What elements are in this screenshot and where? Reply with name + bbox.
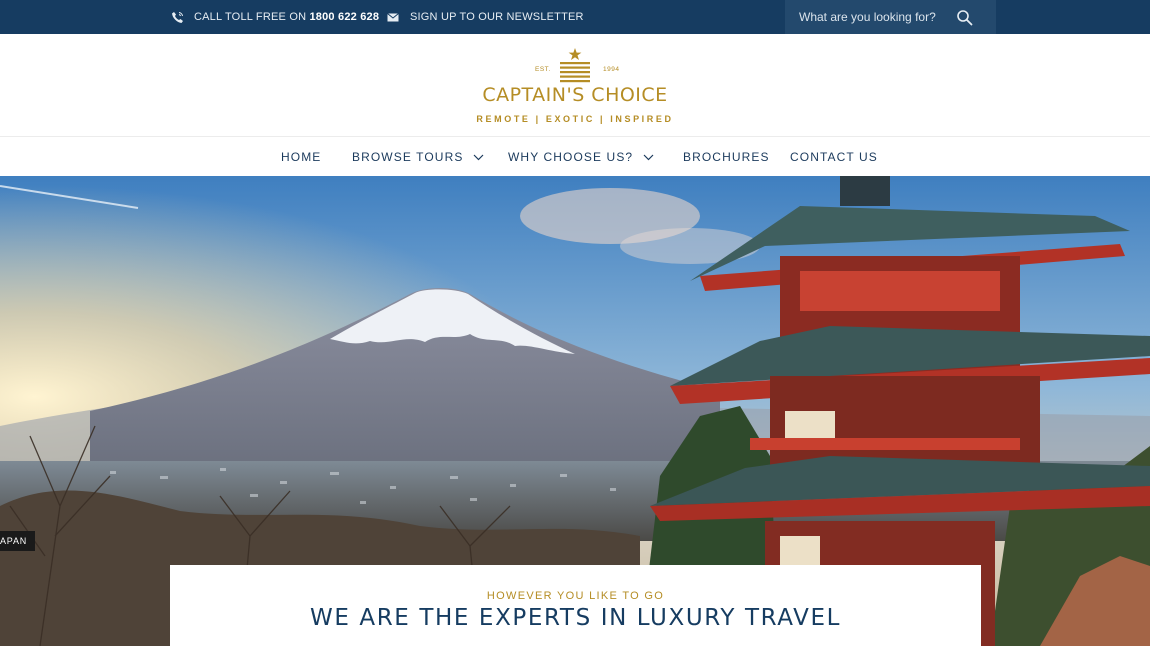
hero-location-label: APAN [0,531,36,551]
main-navigation: HOME BROWSE TOURS WHY CHOOSE US? BROCHUR… [0,138,1150,176]
top-utility-bar: CALL TOLL FREE ON 1800 622 628 SIGN UP T… [0,0,1150,34]
search-box [785,0,996,34]
phone-number: 1800 622 628 [309,11,380,23]
brand-tagline: REMOTE | EXOTIC | INSPIRED [476,114,674,124]
nav-item-label: BROWSE TOURS [352,150,464,164]
newsletter-signup-link[interactable]: SIGN UP TO OUR NEWSLETTER [386,0,584,34]
phone-prefix: CALL TOLL FREE ON [194,11,307,23]
nav-item-home[interactable]: HOME [281,138,321,176]
nav-item-label: HOME [281,150,322,164]
intro-panel: HOWEVER YOU LIKE TO GO WE ARE THE EXPERT… [170,565,981,646]
est-label: EST. [535,66,551,73]
search-input[interactable] [799,10,959,24]
newsletter-label: SIGN UP TO OUR NEWSLETTER [410,11,584,23]
est-year: 1994 [603,66,620,73]
phone-icon [170,10,184,24]
nav-item-browse-tours[interactable]: BROWSE TOURS [352,138,484,176]
nav-item-brochures[interactable]: BROCHURES [683,138,770,176]
envelope-icon [386,10,400,24]
toll-free-phone-link[interactable]: CALL TOLL FREE ON 1800 622 628 [170,0,379,34]
chevron-down-icon [474,154,484,160]
chevron-down-icon [643,154,654,160]
nav-item-label: WHY CHOOSE US? [508,150,634,164]
nav-item-label: BROCHURES [683,150,770,164]
nav-item-contact-us[interactable]: CONTACT US [790,138,878,176]
brand-name: CAPTAIN'S CHOICE [482,84,668,106]
intro-eyebrow: HOWEVER YOU LIKE TO GO [486,590,665,602]
nav-item-label: CONTACT US [790,150,878,164]
site-header-logo[interactable]: EST. 1994 CAPTAIN'S CHOICE REMOTE | EXOT… [0,34,1150,137]
search-icon[interactable] [956,9,974,27]
intro-title: WE ARE THE EXPERTS IN LUXURY TRAVEL [310,605,841,631]
nav-item-why-choose-us[interactable]: WHY CHOOSE US? [508,138,654,176]
